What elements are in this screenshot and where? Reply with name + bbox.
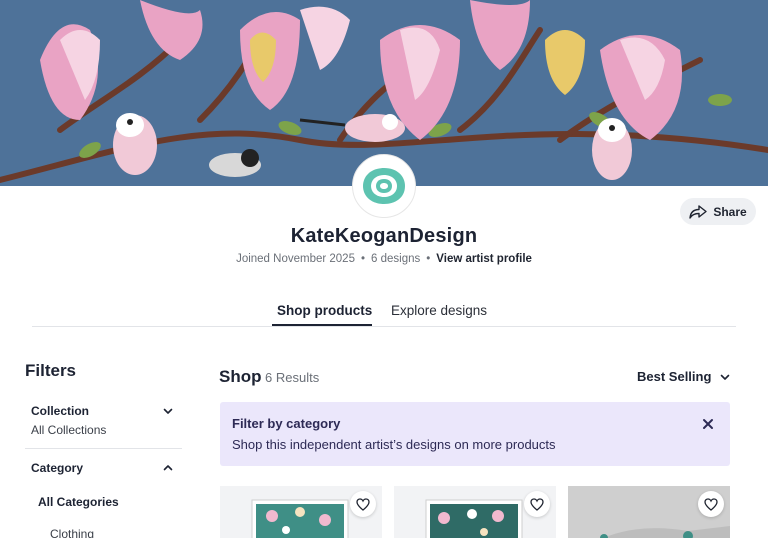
filter-collection[interactable]: Collection All Collections bbox=[25, 404, 182, 437]
chevron-down-icon bbox=[721, 374, 730, 380]
shop-title: Shop bbox=[219, 367, 262, 386]
results-count: 6 Results bbox=[265, 370, 320, 385]
filter-divider bbox=[25, 448, 182, 449]
category-banner-text: Shop this independent artist’s designs o… bbox=[232, 437, 556, 452]
category-banner-title: Filter by category bbox=[232, 416, 341, 431]
artist-name: KateKeoganDesign bbox=[290, 225, 478, 247]
share-label: Share bbox=[713, 204, 747, 219]
favorite-button[interactable] bbox=[350, 491, 376, 517]
filter-collection-value: All Collections bbox=[31, 423, 107, 437]
chevron-down-icon[interactable] bbox=[162, 405, 174, 417]
joined-date: Joined November 2025 bbox=[236, 253, 355, 265]
tab-shop-products[interactable]: Shop products bbox=[277, 303, 372, 318]
favorite-button[interactable] bbox=[698, 491, 724, 517]
rose-logo-icon bbox=[363, 168, 405, 204]
category-item-clothing[interactable]: Clothing bbox=[50, 527, 94, 538]
heart-icon bbox=[356, 497, 370, 511]
sort-dropdown[interactable]: Best Selling bbox=[637, 369, 731, 384]
profile-meta: Joined November 2025 • 6 designs • View arti… bbox=[236, 253, 532, 265]
profile-tabs: Shop products Explore designs bbox=[32, 296, 736, 327]
view-artist-profile-link[interactable]: View artist profile bbox=[436, 253, 532, 265]
close-icon[interactable] bbox=[700, 416, 716, 432]
chevron-up-icon[interactable] bbox=[162, 462, 174, 474]
share-button[interactable]: Share bbox=[680, 198, 756, 225]
filter-category[interactable]: Category bbox=[25, 461, 182, 475]
filters-title: Filters bbox=[25, 361, 77, 380]
tab-explore-designs[interactable]: Explore designs bbox=[391, 303, 487, 318]
category-filter-banner: Filter by category Shop this independent… bbox=[220, 402, 730, 466]
share-arrow-icon bbox=[689, 204, 708, 219]
filter-category-label: Category bbox=[31, 461, 84, 475]
active-tab-indicator bbox=[272, 324, 372, 326]
heart-icon bbox=[704, 497, 718, 511]
favorite-button[interactable] bbox=[524, 491, 550, 517]
filter-collection-label: Collection bbox=[31, 404, 90, 418]
artist-avatar[interactable] bbox=[352, 154, 416, 218]
design-count: 6 designs bbox=[371, 253, 421, 265]
sort-value: Best Selling bbox=[637, 369, 712, 384]
category-all[interactable]: All Categories bbox=[38, 495, 119, 509]
heart-icon bbox=[530, 497, 544, 511]
